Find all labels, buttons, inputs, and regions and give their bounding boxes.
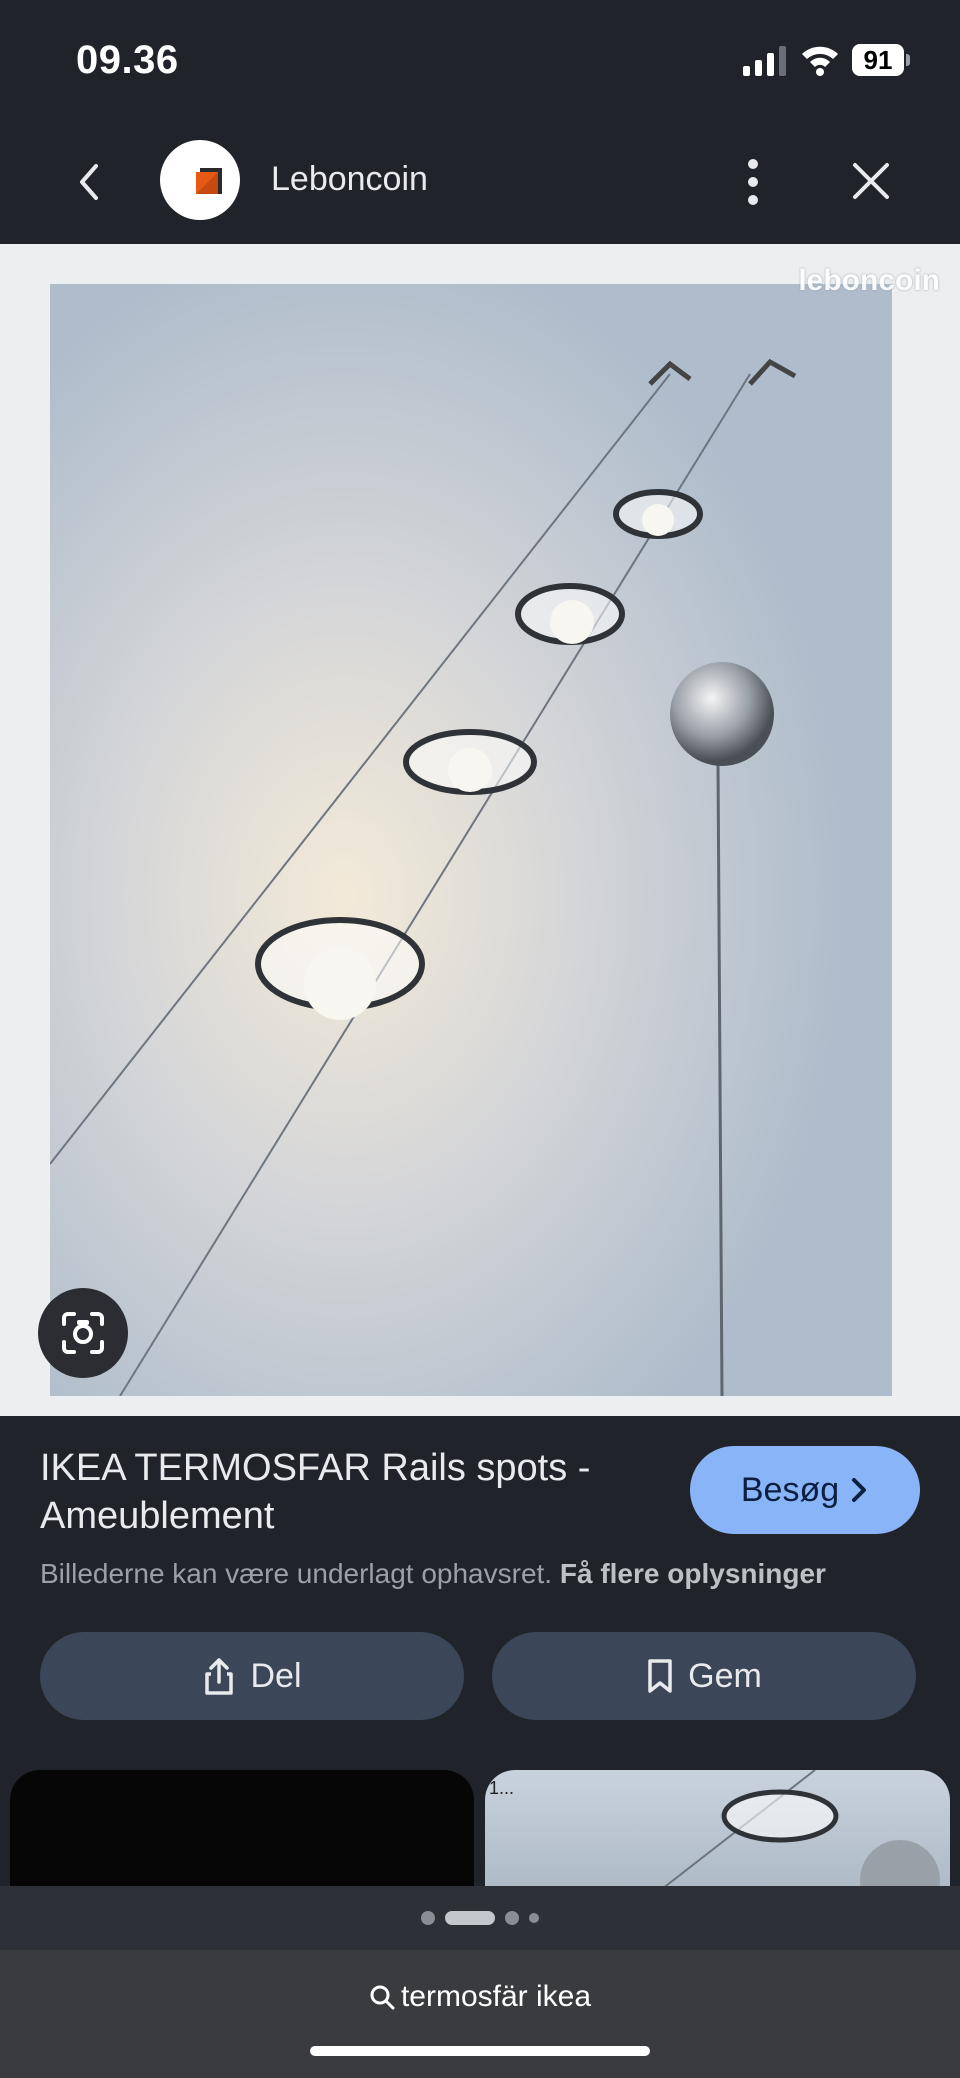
- back-arrow-icon[interactable]: [70, 158, 110, 206]
- result-title[interactable]: IKEA TERMOSFAR Rails spots - Ameublement: [40, 1444, 660, 1540]
- more-options-icon[interactable]: [738, 156, 768, 208]
- image-watermark: leboncoin: [798, 264, 940, 297]
- related-card-thumbnail: [664, 1770, 940, 1886]
- related-card[interactable]: 1...: [485, 1770, 950, 1886]
- browser-bottom-bar: termosfär ikea: [0, 1950, 960, 2078]
- product-photo: [50, 284, 892, 1396]
- pagination-dots: [0, 1886, 960, 1950]
- search-icon: [370, 1985, 395, 2010]
- site-name[interactable]: Leboncoin: [271, 160, 428, 199]
- battery-level: 91: [852, 44, 904, 76]
- main-image-area[interactable]: leboncoin: [0, 244, 960, 1416]
- copyright-notice: Billederne kan være underlagt ophavsret.…: [40, 1558, 826, 1590]
- visit-button[interactable]: Besøg: [690, 1446, 920, 1534]
- search-query: termosfär ikea: [400, 1980, 592, 2013]
- battery-icon: 91: [852, 44, 910, 76]
- save-button[interactable]: Gem: [492, 1632, 916, 1720]
- address-bar[interactable]: termosfär ikea: [0, 1980, 960, 2014]
- related-card-label: 1...: [489, 1778, 515, 1798]
- share-button[interactable]: Del: [40, 1632, 464, 1720]
- page-dot-active[interactable]: [445, 1911, 495, 1925]
- home-indicator[interactable]: [310, 2046, 650, 2056]
- bookmark-icon: [648, 1659, 672, 1693]
- related-results: 1...: [0, 1770, 960, 1886]
- copyright-text: Billederne kan være underlagt ophavsret.: [40, 1558, 553, 1589]
- cellular-signal-icon: [743, 46, 786, 76]
- page-dot[interactable]: [421, 1911, 435, 1925]
- google-lens-icon: [62, 1312, 104, 1354]
- status-bar: 09.36 91: [0, 0, 960, 120]
- page-dot[interactable]: [505, 1911, 519, 1925]
- chevron-right-icon: [852, 1478, 867, 1502]
- status-time: 09.36: [76, 38, 179, 82]
- visit-button-label: Besøg: [740, 1470, 840, 1509]
- site-favicon[interactable]: [160, 140, 240, 220]
- save-button-label: Gem: [688, 1656, 762, 1695]
- page-dot[interactable]: [529, 1913, 539, 1923]
- lens-search-button[interactable]: [38, 1288, 128, 1378]
- more-info-link[interactable]: Få flere oplysninger: [560, 1558, 826, 1589]
- wifi-icon: [802, 46, 838, 76]
- share-button-label: Del: [250, 1656, 302, 1695]
- close-icon[interactable]: [850, 160, 892, 202]
- viewer-header: Leboncoin: [0, 120, 960, 244]
- related-card[interactable]: [10, 1770, 474, 1886]
- leboncoin-logo-icon: [196, 168, 222, 194]
- share-icon: [205, 1658, 234, 1695]
